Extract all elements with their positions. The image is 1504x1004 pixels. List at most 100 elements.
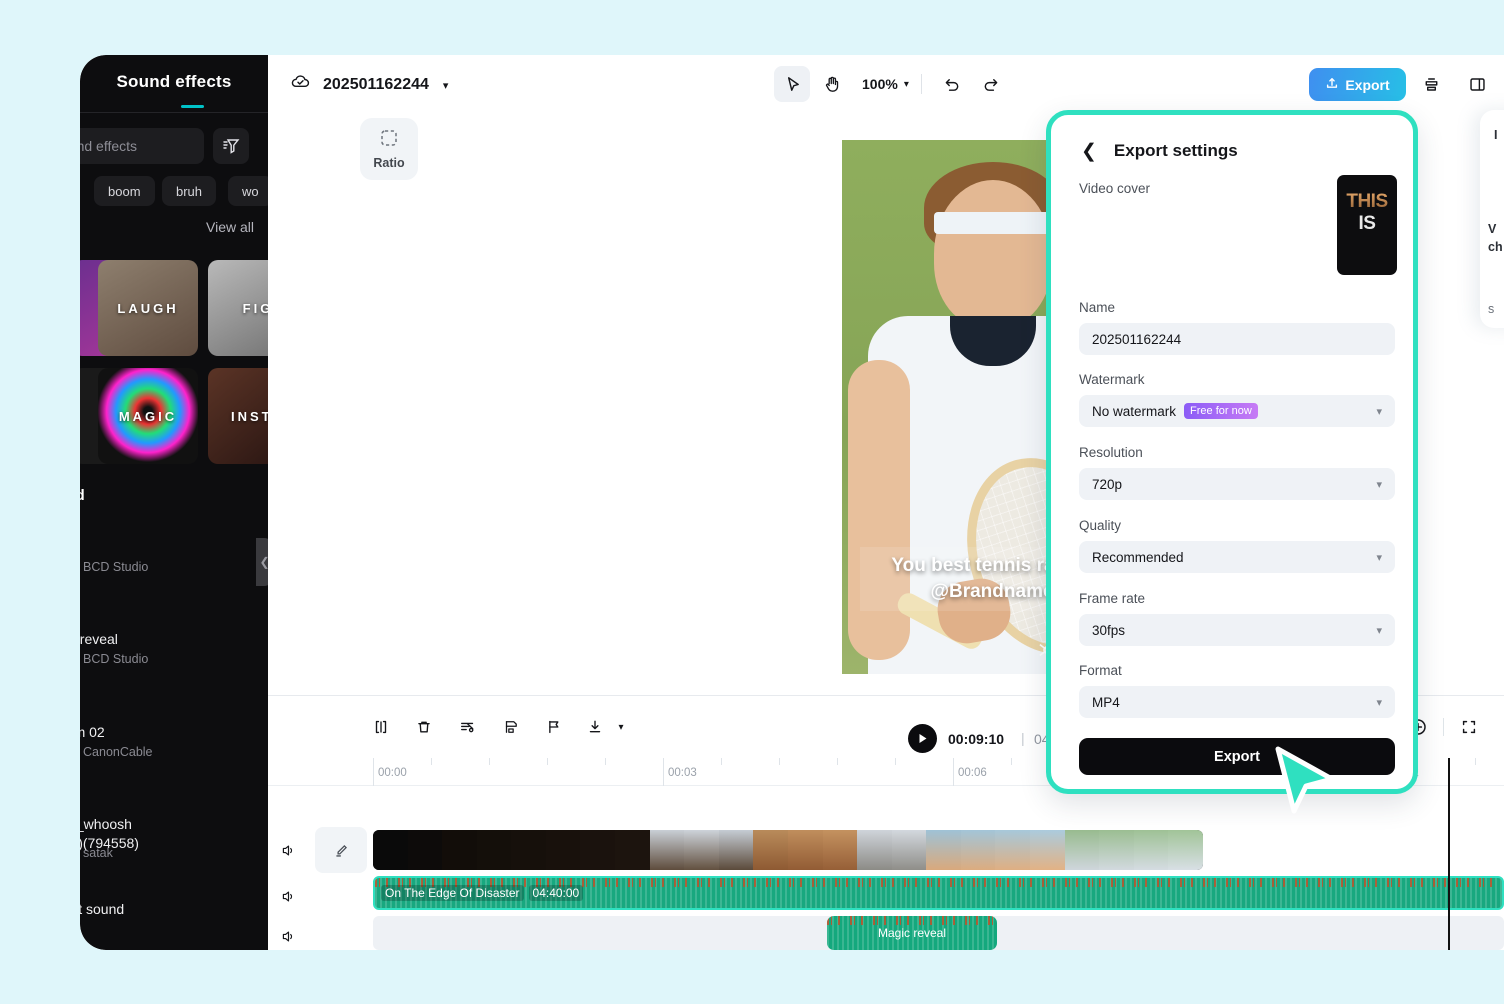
chevron-down-icon[interactable]: ▾: [443, 79, 449, 92]
ruler-tick: [605, 758, 606, 765]
chip-wo[interactable]: wo: [228, 176, 268, 206]
ruler-tick: [953, 758, 954, 786]
chevron-down-icon[interactable]: ▾: [1376, 551, 1382, 564]
top-toolbar: 202501162244 ▾ 100%: [268, 55, 1504, 115]
cloud-saved-icon: [290, 72, 311, 98]
speaker-icon[interactable]: [274, 882, 302, 910]
video-cover-thumbnail[interactable]: THIS IS: [1337, 175, 1397, 275]
video-cover-label: Video cover: [1079, 181, 1150, 196]
chip-boom[interactable]: boom: [94, 176, 155, 206]
ruler-tick: [663, 758, 664, 786]
zoom-level[interactable]: 100%: [862, 76, 898, 92]
speaker-icon[interactable]: [274, 922, 302, 950]
name-input[interactable]: 202501162244: [1079, 323, 1395, 355]
frame-rate-select[interactable]: 30fps ▾: [1079, 614, 1395, 646]
ratio-button[interactable]: Ratio: [360, 118, 418, 180]
chip-bruh[interactable]: bruh: [162, 176, 216, 206]
ruler-tick: [1011, 758, 1012, 765]
hand-icon[interactable]: [814, 66, 850, 102]
video-clip[interactable]: [373, 830, 1203, 870]
export-button[interactable]: Export: [1309, 68, 1406, 101]
card-label: MAGIC: [119, 409, 177, 424]
canvas-tools: 100% ▾: [774, 66, 1010, 102]
quality-select[interactable]: Recommended ▾: [1079, 541, 1395, 573]
playhead[interactable]: [1448, 758, 1450, 950]
list-item[interactable]: FIG: [208, 260, 268, 356]
chevron-down-icon[interactable]: ▾: [1376, 405, 1382, 418]
export-settings-header: ❮ Export settings: [1081, 141, 1238, 161]
delete-icon[interactable]: [407, 710, 441, 744]
status-badge: Free for now: [1184, 403, 1258, 419]
sidebar-search-input[interactable]: sound effects: [80, 128, 204, 164]
export-settings-panel: ❮ Export settings Video cover THIS IS Na…: [1046, 110, 1418, 794]
ruler-tick: [547, 758, 548, 765]
chevron-down-icon[interactable]: ▾: [1376, 624, 1382, 637]
view-all-link[interactable]: View all: [206, 219, 254, 235]
undo-icon[interactable]: [934, 66, 970, 102]
ai-caption-icon[interactable]: [494, 710, 528, 744]
ruler-tick: [895, 758, 896, 765]
chevron-down-icon[interactable]: ▾: [904, 79, 909, 90]
resolution-label: Resolution: [1079, 445, 1143, 460]
ruler-tick: [431, 758, 432, 765]
marker-icon[interactable]: [537, 710, 571, 744]
audio-clip-name: On The Edge Of Disaster: [381, 885, 524, 901]
right-panel-line-2: ch: [1488, 240, 1503, 254]
ruler-tick: [837, 758, 838, 765]
audio-clip-effect[interactable]: Magic reveal: [827, 916, 997, 950]
list-item-title[interactable]: eam 02: [80, 723, 105, 742]
play-button[interactable]: [908, 724, 937, 753]
filter-icon[interactable]: [213, 128, 249, 164]
fullscreen-icon[interactable]: [1452, 710, 1486, 744]
export-confirm-button[interactable]: Export: [1079, 738, 1395, 775]
export-settings-title: Export settings: [1114, 141, 1238, 161]
chevron-left-icon[interactable]: ❮: [1081, 142, 1097, 161]
chevron-down-icon[interactable]: ▾: [604, 710, 638, 744]
chevron-down-icon[interactable]: ▾: [1376, 478, 1382, 491]
layers-icon[interactable]: [1416, 69, 1446, 99]
audio-clip-label: On The Edge Of Disaster 04:40:00: [381, 885, 583, 901]
cover-text-line-1: THIS: [1337, 191, 1397, 213]
cover-text-line-2: IS: [1337, 213, 1397, 235]
speaker-icon[interactable]: [274, 836, 302, 864]
format-select[interactable]: MP4 ▾: [1079, 686, 1395, 718]
format-label: Format: [1079, 663, 1122, 678]
quality-value: Recommended: [1092, 550, 1184, 565]
dashed-square-icon: [379, 128, 399, 151]
list-item-subtitle: 01 · BCD Studio: [80, 560, 148, 574]
ruler-tick: [1475, 758, 1476, 765]
name-input-value: 202501162244: [1092, 332, 1181, 347]
list-item-subtitle: 02 · CanonCable: [80, 745, 153, 759]
subject-head: [934, 180, 1052, 328]
edit-pencil-icon[interactable]: [315, 827, 367, 873]
list-item[interactable]: MAGIC: [98, 368, 198, 464]
chevron-left-icon[interactable]: ❮: [256, 538, 268, 586]
audio-clip-music[interactable]: On The Edge Of Disaster 04:40:00: [373, 876, 1504, 910]
list-item[interactable]: LAUGH: [98, 260, 198, 356]
project-name[interactable]: 202501162244: [323, 76, 429, 94]
split-panel-icon[interactable]: [1462, 69, 1492, 99]
auto-cut-icon[interactable]: [451, 710, 485, 744]
redo-icon[interactable]: [974, 66, 1010, 102]
list-item-title[interactable]: hort sound ct: [80, 900, 124, 938]
split-icon[interactable]: [364, 710, 398, 744]
right-side-panel[interactable]: I V ch s: [1480, 110, 1504, 328]
sidebar-title: Sound effects: [80, 72, 268, 92]
current-time: 00:09:10: [948, 731, 1004, 747]
watermark-select[interactable]: No watermark Free for now ▾: [1079, 395, 1395, 427]
resolution-select[interactable]: 720p ▾: [1079, 468, 1395, 500]
chevron-down-icon[interactable]: ▾: [1376, 696, 1382, 709]
list-item[interactable]: INSTR: [208, 368, 268, 464]
export-button-label: Export: [1345, 77, 1389, 93]
right-panel-text: I: [1494, 128, 1497, 142]
frame-rate-value: 30fps: [1092, 623, 1125, 638]
list-item-title[interactable]: gic reveal: [80, 630, 118, 649]
waveform-peaks: [827, 916, 997, 925]
watermark-label: Watermark: [1079, 372, 1145, 387]
sidebar-active-underline: [181, 105, 204, 108]
cursor-arrow-icon[interactable]: [774, 66, 810, 102]
time-separator: |: [1021, 730, 1025, 746]
resolution-value: 720p: [1092, 477, 1122, 492]
ratio-button-label: Ratio: [373, 156, 404, 170]
list-item-subtitle: 01 · satak: [80, 846, 113, 860]
